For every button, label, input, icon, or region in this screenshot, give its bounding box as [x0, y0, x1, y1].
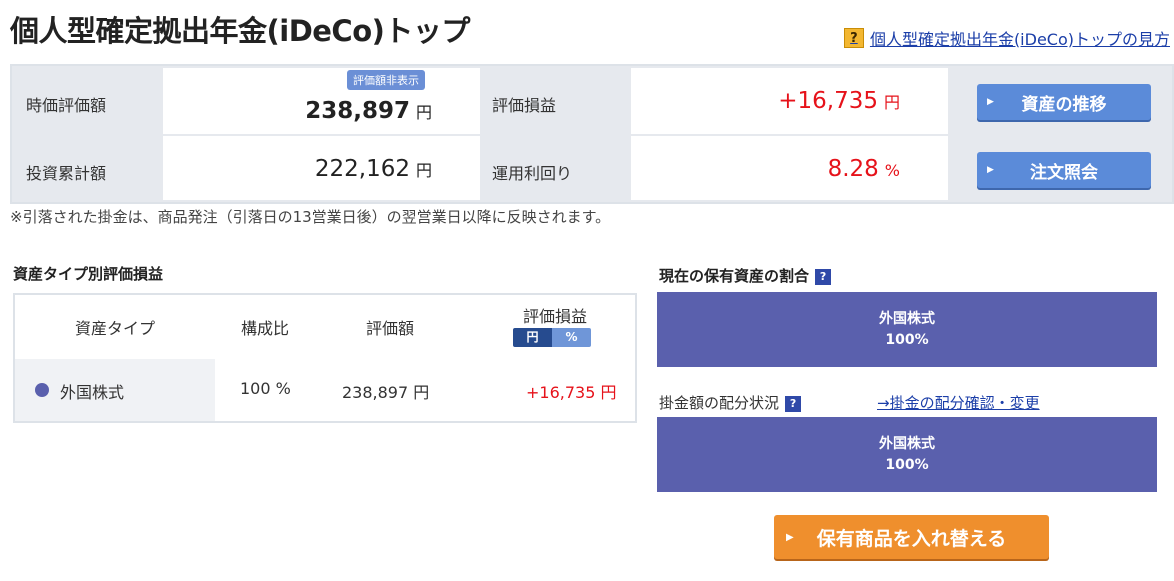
summary-panel: 時価評価額 評価額非表示 238,897 円 投資累計額 222,162 円 評価損… — [10, 64, 1174, 204]
header-pl: 評価損益 — [522, 307, 587, 326]
allocation-change-link[interactable]: →掛金の配分確認・変更 — [877, 392, 1040, 413]
row-pl: +16,735 円 — [526, 383, 617, 402]
holdings-ratio-bar: 外国株式 100% — [657, 292, 1157, 367]
header-asset-type: 資産タイプ — [74, 319, 155, 338]
help-guide-link[interactable]: ? 個人型確定拠出年金(iDeCo)トップの見方 — [843, 26, 1170, 50]
hide-value-toggle[interactable]: 評価額非表示 — [347, 70, 425, 90]
row-ratio: 100 % — [240, 379, 291, 398]
pl-unit-toggle: 円 % — [513, 328, 591, 347]
reflection-note: ※引落された掛金は、商品発注（引落日の13営業日後）の翌営業日以降に反映されます… — [10, 208, 611, 226]
question-icon: ? — [843, 28, 864, 48]
arrow-right-icon: ▶ — [987, 165, 994, 175]
help-guide-link-text: 個人型確定拠出年金(iDeCo)トップの見方 — [869, 30, 1170, 49]
row-asset-type: 外国株式 — [60, 383, 125, 402]
allocation-bar-label: 外国株式 — [879, 435, 935, 452]
pl-label: 評価損益 — [492, 96, 557, 115]
holdings-bar-label: 外国株式 — [879, 310, 935, 327]
market-value-label: 時価評価額 — [26, 96, 107, 115]
question-icon[interactable]: ? — [785, 395, 802, 412]
switch-holdings-button[interactable]: ▶ 保有商品を入れ替える — [774, 515, 1049, 559]
toggle-yen[interactable]: 円 — [513, 328, 552, 347]
header-ratio: 構成比 — [240, 319, 289, 338]
allocation-title: 掛金額の配分状況? — [659, 392, 802, 413]
page-title: 個人型確定拠出年金(iDeCo)トップ — [10, 14, 470, 48]
row-value: 238,897 円 — [342, 383, 430, 402]
order-inquiry-button[interactable]: ▶ 注文照会 — [977, 152, 1151, 188]
asset-table-title: 資産タイプ別評価損益 — [13, 265, 164, 283]
return-value-box — [631, 136, 948, 200]
invested-label: 投資累計額 — [26, 164, 107, 183]
arrow-right-icon: ▶ — [786, 531, 794, 543]
allocation-bar: 外国株式 100% — [657, 417, 1157, 492]
header-value: 評価額 — [365, 319, 414, 338]
return-value: 8.28% — [827, 156, 900, 182]
toggle-percent[interactable]: % — [552, 328, 591, 347]
arrow-right-icon: ▶ — [987, 97, 994, 107]
series-color-dot — [35, 383, 49, 397]
question-icon[interactable]: ? — [815, 268, 832, 285]
pl-value: +16,735 円 — [778, 88, 900, 114]
asset-type-table: 資産タイプ 構成比 評価額 評価損益 円 % 外国株式 100 % 238,89… — [13, 293, 637, 423]
return-label: 運用利回り — [492, 164, 573, 183]
allocation-bar-pct: 100% — [885, 456, 929, 473]
asset-history-button[interactable]: ▶ 資産の推移 — [977, 84, 1151, 120]
holdings-ratio-title: 現在の保有資産の割合? — [659, 265, 832, 286]
holdings-bar-pct: 100% — [885, 331, 929, 348]
invested-value: 222,162 円 — [314, 156, 432, 182]
market-value: 238,897 円 — [305, 98, 432, 124]
table-row: 外国株式 100 % 238,897 円 +16,735 円 — [15, 359, 635, 421]
